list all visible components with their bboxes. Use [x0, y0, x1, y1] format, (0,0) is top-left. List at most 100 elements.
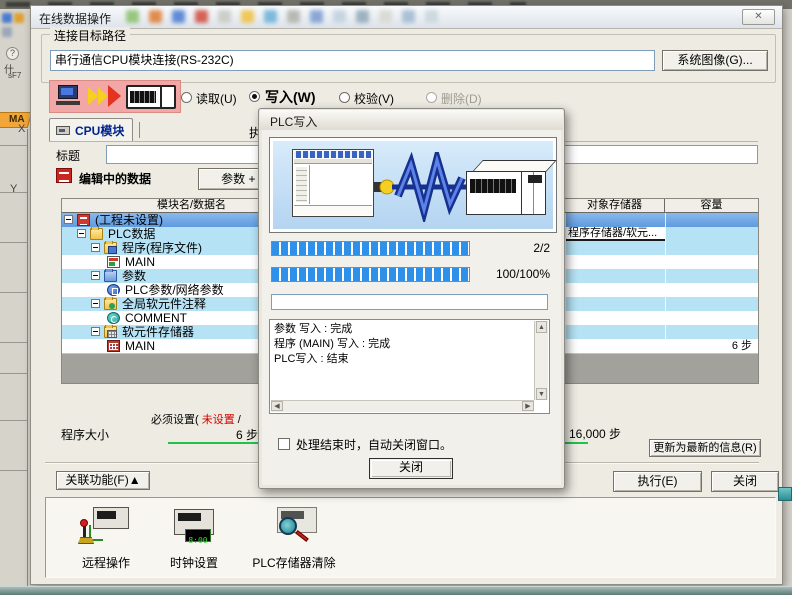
screen: ? 什 sF7 MA X Y 在线数据操作 ✕ 连接目标路径 串行通信CPU模块…	[0, 0, 792, 595]
program-size-label: 程序大小	[61, 426, 109, 443]
arrow-icon	[98, 87, 108, 105]
scroll-up-icon[interactable]: ▲	[536, 321, 547, 333]
ladder-grid-line	[0, 373, 28, 374]
ladder-grid-line	[0, 420, 28, 421]
write-direction-graphic	[49, 80, 181, 113]
computer-window-icon	[292, 149, 374, 217]
editing-data-icon	[56, 168, 72, 183]
tab-separator	[139, 122, 140, 138]
log-line: PLC写入 : 结束	[274, 352, 531, 367]
background-text-fragment: sF7	[8, 71, 21, 80]
background-toolbar-icon	[2, 13, 12, 23]
program-icon	[107, 256, 120, 268]
background-toolbar-icon	[14, 13, 24, 23]
device-memory-icon	[107, 340, 120, 352]
col-header-capacity: 容量	[665, 199, 758, 212]
refresh-info-button[interactable]: 更新为最新的信息(R)	[649, 439, 761, 457]
tree-collapse-icon[interactable]	[91, 243, 100, 252]
background-fragment	[778, 487, 792, 501]
capacity-value: 6 步	[732, 339, 752, 353]
dialog-title: 在线数据操作	[39, 10, 111, 27]
plc-unit-icon	[466, 160, 550, 216]
target-memory-dropdown[interactable]: 程序存储器/软元...	[566, 227, 665, 241]
blurred-toolbar-icons	[126, 10, 438, 23]
execute-button[interactable]: 执行(E)	[613, 471, 702, 492]
connection-path-field[interactable]: 串行通信CPU模块连接(RS-232C)	[50, 50, 655, 71]
col-header-memory: 对象存储器	[565, 199, 665, 212]
background-toolbar-icon	[2, 27, 12, 37]
tree-collapse-icon[interactable]	[91, 299, 100, 308]
vertical-scrollbar[interactable]: ▲ ▼	[534, 321, 548, 400]
file-progress-label: 2/2	[474, 241, 550, 255]
parameter-folder-icon	[104, 270, 117, 282]
system-image-button[interactable]: 系统图像(G)...	[662, 50, 768, 71]
write-dialog-title-bar[interactable]: PLC写入	[260, 110, 563, 130]
file-progress-bar	[271, 241, 470, 256]
arrow-icon	[88, 87, 98, 105]
ladder-row-label: Y	[10, 183, 17, 195]
auto-close-label[interactable]: 处理结束时，自动关闭窗口。	[296, 436, 452, 453]
verify-radio[interactable]	[339, 92, 350, 103]
related-functions-panel: 远程操作 8:00 时钟设置 PLC存储器清除	[45, 497, 776, 578]
plc-memory-clear-shortcut[interactable]: PLC存储器清除	[224, 503, 364, 575]
tree-collapse-icon[interactable]	[91, 271, 100, 280]
scroll-down-icon[interactable]: ▼	[536, 388, 547, 400]
percent-progress-fill	[272, 268, 469, 281]
log-line: 参数 写入 : 完成	[274, 322, 531, 337]
background-bottom-strip	[0, 586, 792, 595]
program-size-value: 6 步	[181, 426, 258, 443]
ladder-grid-line	[0, 242, 28, 243]
tree-collapse-icon[interactable]	[91, 327, 100, 336]
close-icon[interactable]: ✕	[742, 9, 775, 25]
scroll-right-icon[interactable]: ▶	[522, 401, 534, 411]
plc-write-dialog: PLC写入 2/2 100/100%	[258, 108, 565, 489]
editing-data-label: 编辑中的数据	[79, 170, 151, 187]
clock-setting-icon: 8:00	[169, 507, 219, 555]
background-tab: MA	[0, 112, 32, 128]
delete-radio	[426, 92, 437, 103]
tab-cpu-module[interactable]: CPU模块	[49, 118, 133, 141]
verify-radio-label[interactable]: 校验(V)	[354, 90, 394, 107]
delete-radio-label: 删除(D)	[441, 90, 482, 107]
write-log-box[interactable]: 参数 写入 : 完成 程序 (MAIN) 写入 : 完成 PLC写入 : 结束 …	[269, 319, 550, 414]
dialog-title-bar[interactable]: 在线数据操作 ✕	[31, 6, 782, 29]
write-radio[interactable]	[249, 91, 260, 102]
device-memory-folder-icon	[104, 326, 117, 338]
read-radio[interactable]	[181, 92, 192, 103]
ladder-grid-line	[0, 145, 28, 146]
horizontal-scrollbar[interactable]: ◀ ▶	[271, 400, 534, 412]
related-functions-button[interactable]: 关联功能(F)▲	[56, 471, 150, 490]
write-illustration	[269, 137, 557, 233]
auto-close-checkbox[interactable]	[278, 438, 290, 450]
background-app-strip: ? 什 sF7 MA X Y	[0, 9, 30, 595]
connection-group-label: 连接目标路径	[50, 27, 130, 44]
write-log-lines: 参数 写入 : 完成 程序 (MAIN) 写入 : 完成 PLC写入 : 结束	[274, 322, 531, 399]
cpu-module-icon	[56, 126, 70, 135]
close-button[interactable]: 关闭	[711, 471, 779, 492]
scroll-left-icon[interactable]: ◀	[271, 401, 283, 411]
required-setting-text: 必须设置( 未设置 /	[151, 411, 241, 427]
write-close-button[interactable]: 关闭	[369, 458, 453, 479]
ladder-grid-line	[0, 292, 28, 293]
program-folder-icon	[104, 242, 117, 254]
comment-folder-icon	[104, 298, 117, 310]
parameter-icon	[107, 284, 120, 296]
file-progress-fill	[272, 242, 469, 255]
write-radio-label[interactable]: 写入(W)	[265, 87, 316, 107]
ladder-rail-line	[27, 129, 28, 591]
tree-collapse-icon[interactable]	[64, 215, 73, 224]
ladder-grid-line	[0, 470, 28, 471]
connection-cable-icon	[374, 152, 468, 222]
percent-progress-bar	[271, 267, 470, 282]
ladder-grid-line	[0, 192, 28, 193]
project-icon	[77, 214, 90, 226]
ladder-grid-line	[0, 342, 28, 343]
status-field	[271, 294, 548, 310]
log-line: 程序 (MAIN) 写入 : 完成	[274, 337, 531, 352]
read-radio-label[interactable]: 读取(U)	[196, 90, 237, 107]
clock-display: 8:00	[188, 536, 207, 545]
write-dialog-title: PLC写入	[270, 113, 317, 130]
connection-target-group: 连接目标路径 串行通信CPU模块连接(RS-232C) 系统图像(G)...	[41, 34, 776, 83]
tree-collapse-icon[interactable]	[77, 229, 86, 238]
computer-icon	[56, 85, 82, 109]
